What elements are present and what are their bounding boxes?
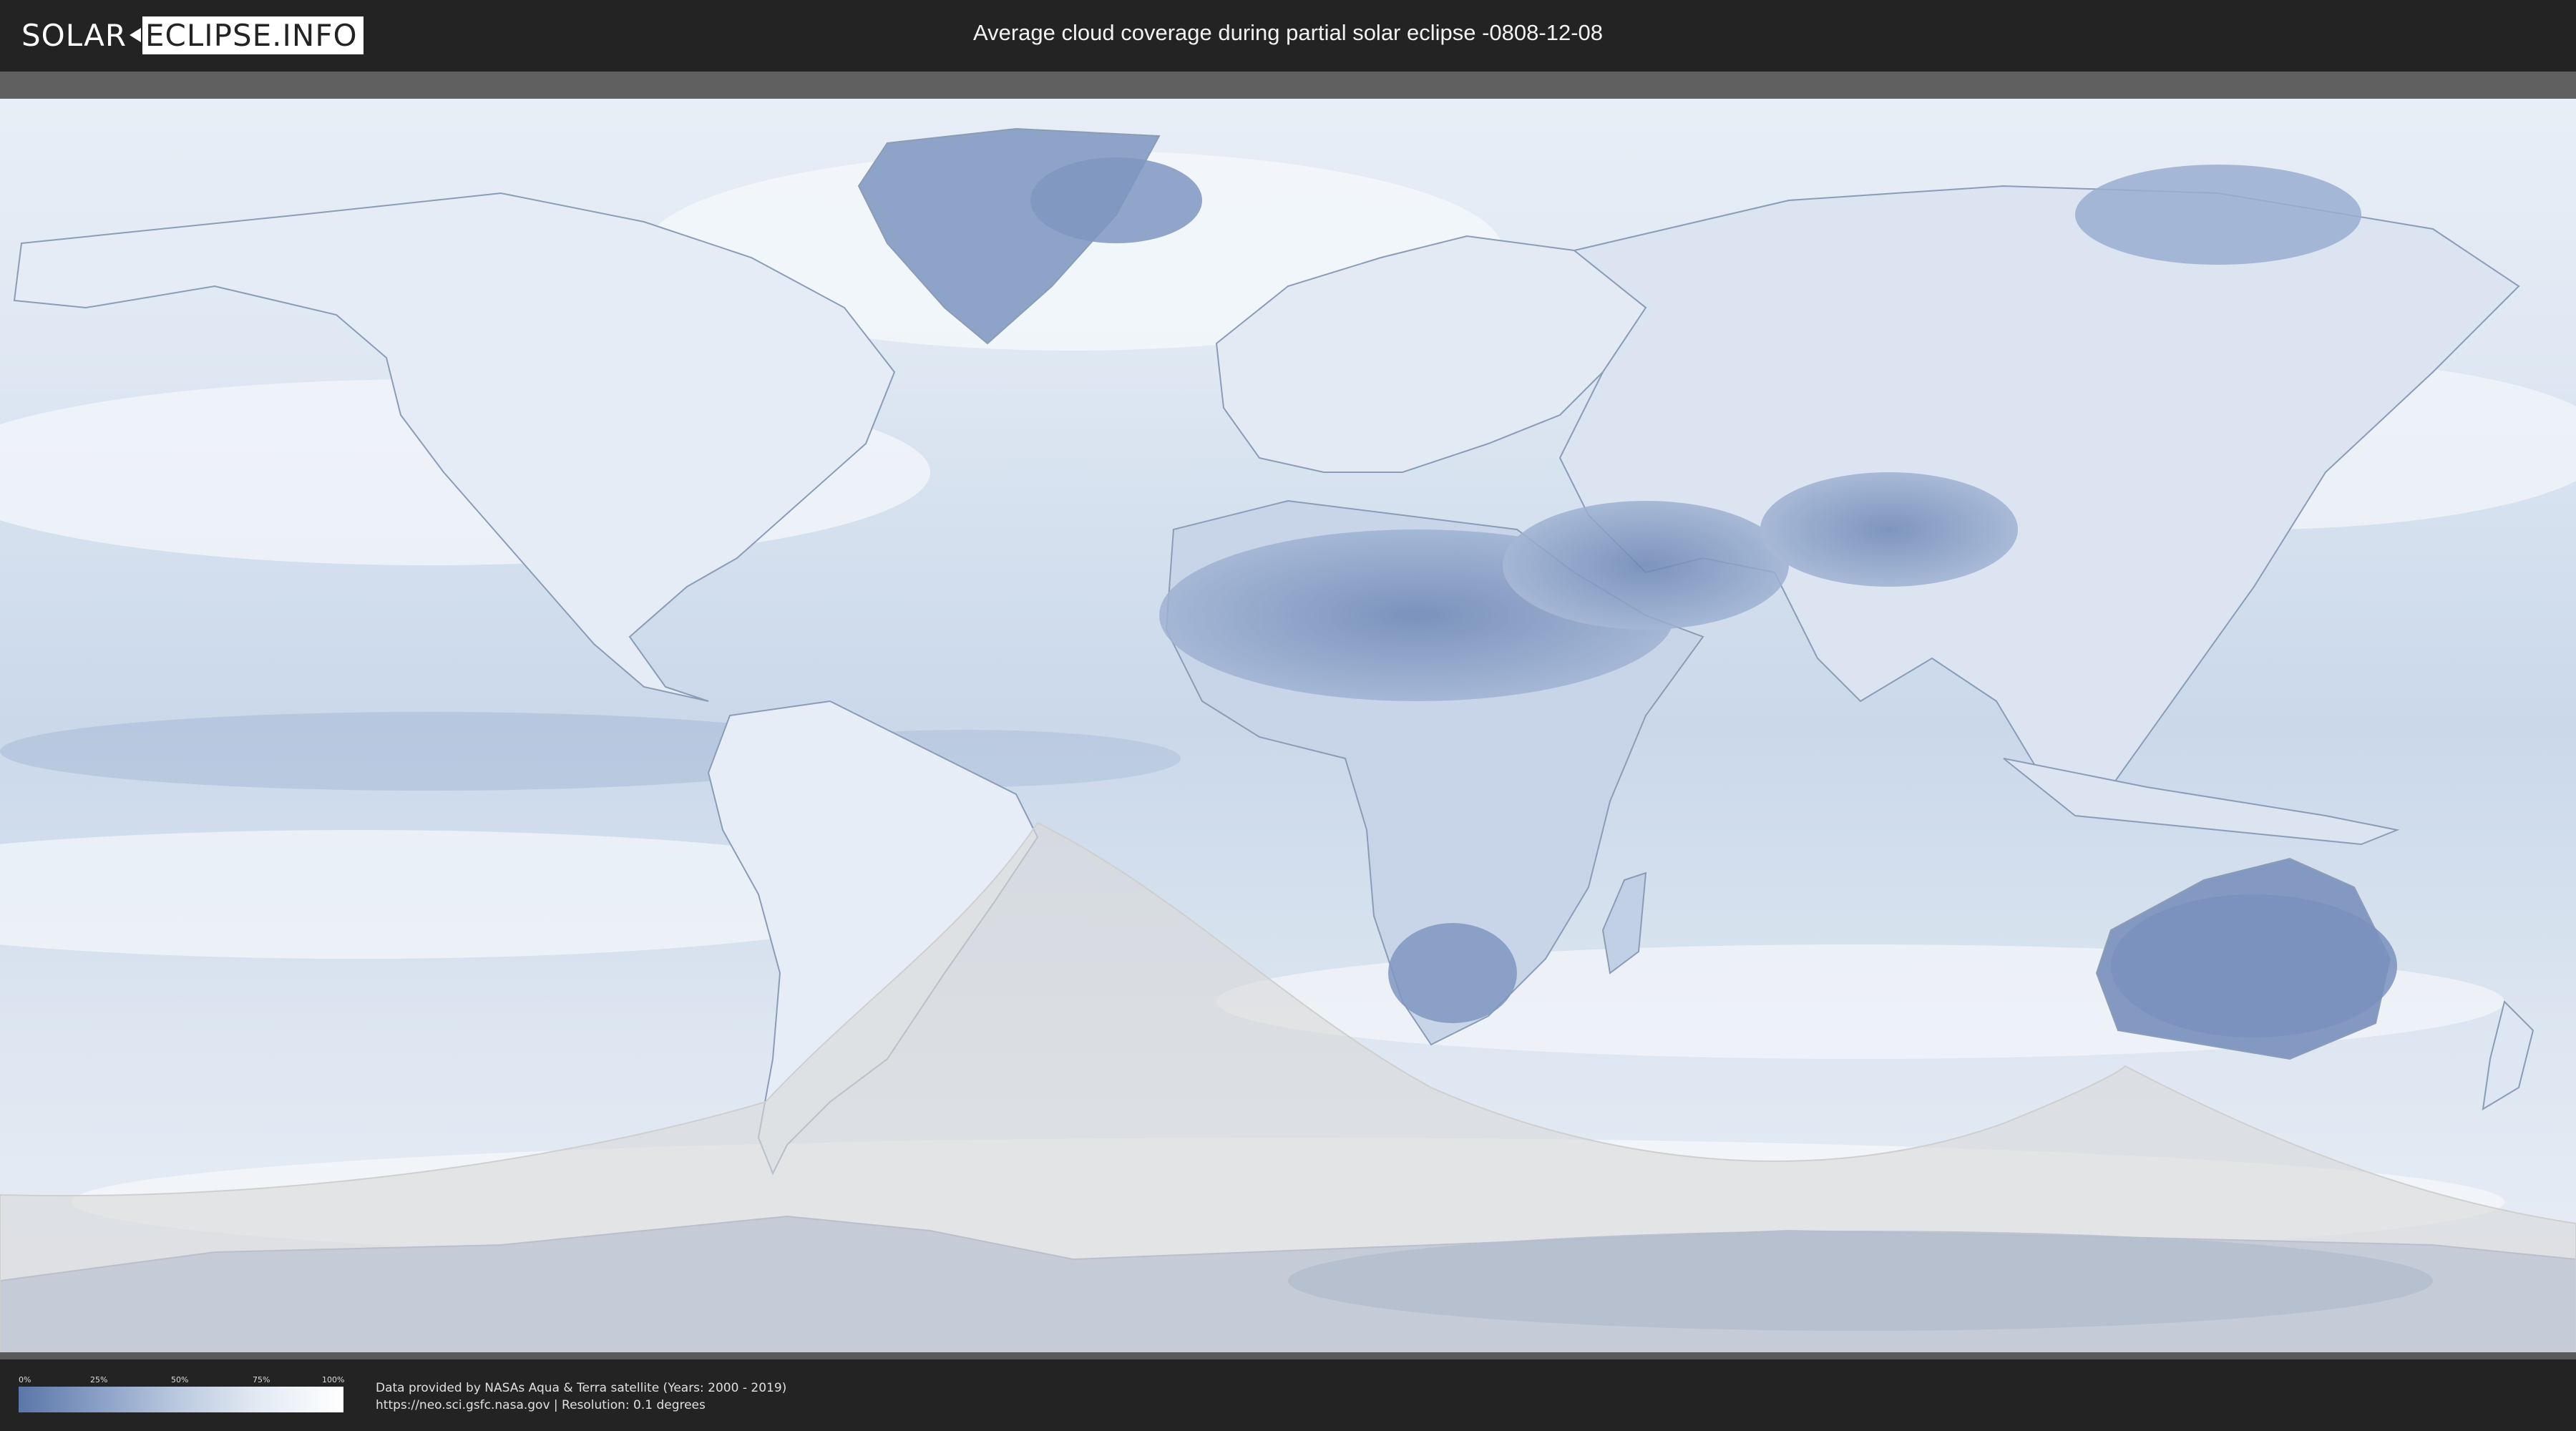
cloud-coverage-legend: 0% 25% 50% 75% 100% — [19, 1375, 345, 1415]
cloud-coverage-map — [0, 72, 2576, 1359]
legend-tick-25: 25% — [90, 1375, 108, 1384]
legend-tick-0: 0% — [19, 1375, 31, 1384]
legend-gradient-bar — [19, 1387, 343, 1412]
page-title: Average cloud coverage during partial so… — [972, 20, 1604, 45]
header: SOLAR ECLIPSE.INFO Average cloud coverag… — [0, 0, 2576, 72]
legend-tick-50: 50% — [171, 1375, 189, 1384]
footer: 0% 25% 50% 75% 100% Data provided by NAS… — [0, 1359, 2576, 1431]
legend-tick-100: 100% — [322, 1375, 345, 1384]
credits-line-1: Data provided by NASAs Aqua & Terra sate… — [376, 1381, 787, 1395]
data-credits: Data provided by NASAs Aqua & Terra sate… — [376, 1379, 786, 1414]
world-map — [0, 72, 2576, 1359]
map-bottom-border — [0, 1352, 2576, 1359]
legend-tick-75: 75% — [253, 1375, 270, 1384]
map-top-border — [0, 72, 2576, 100]
credits-line-2: https://neo.sci.gsfc.nasa.gov | Resoluti… — [376, 1398, 706, 1412]
